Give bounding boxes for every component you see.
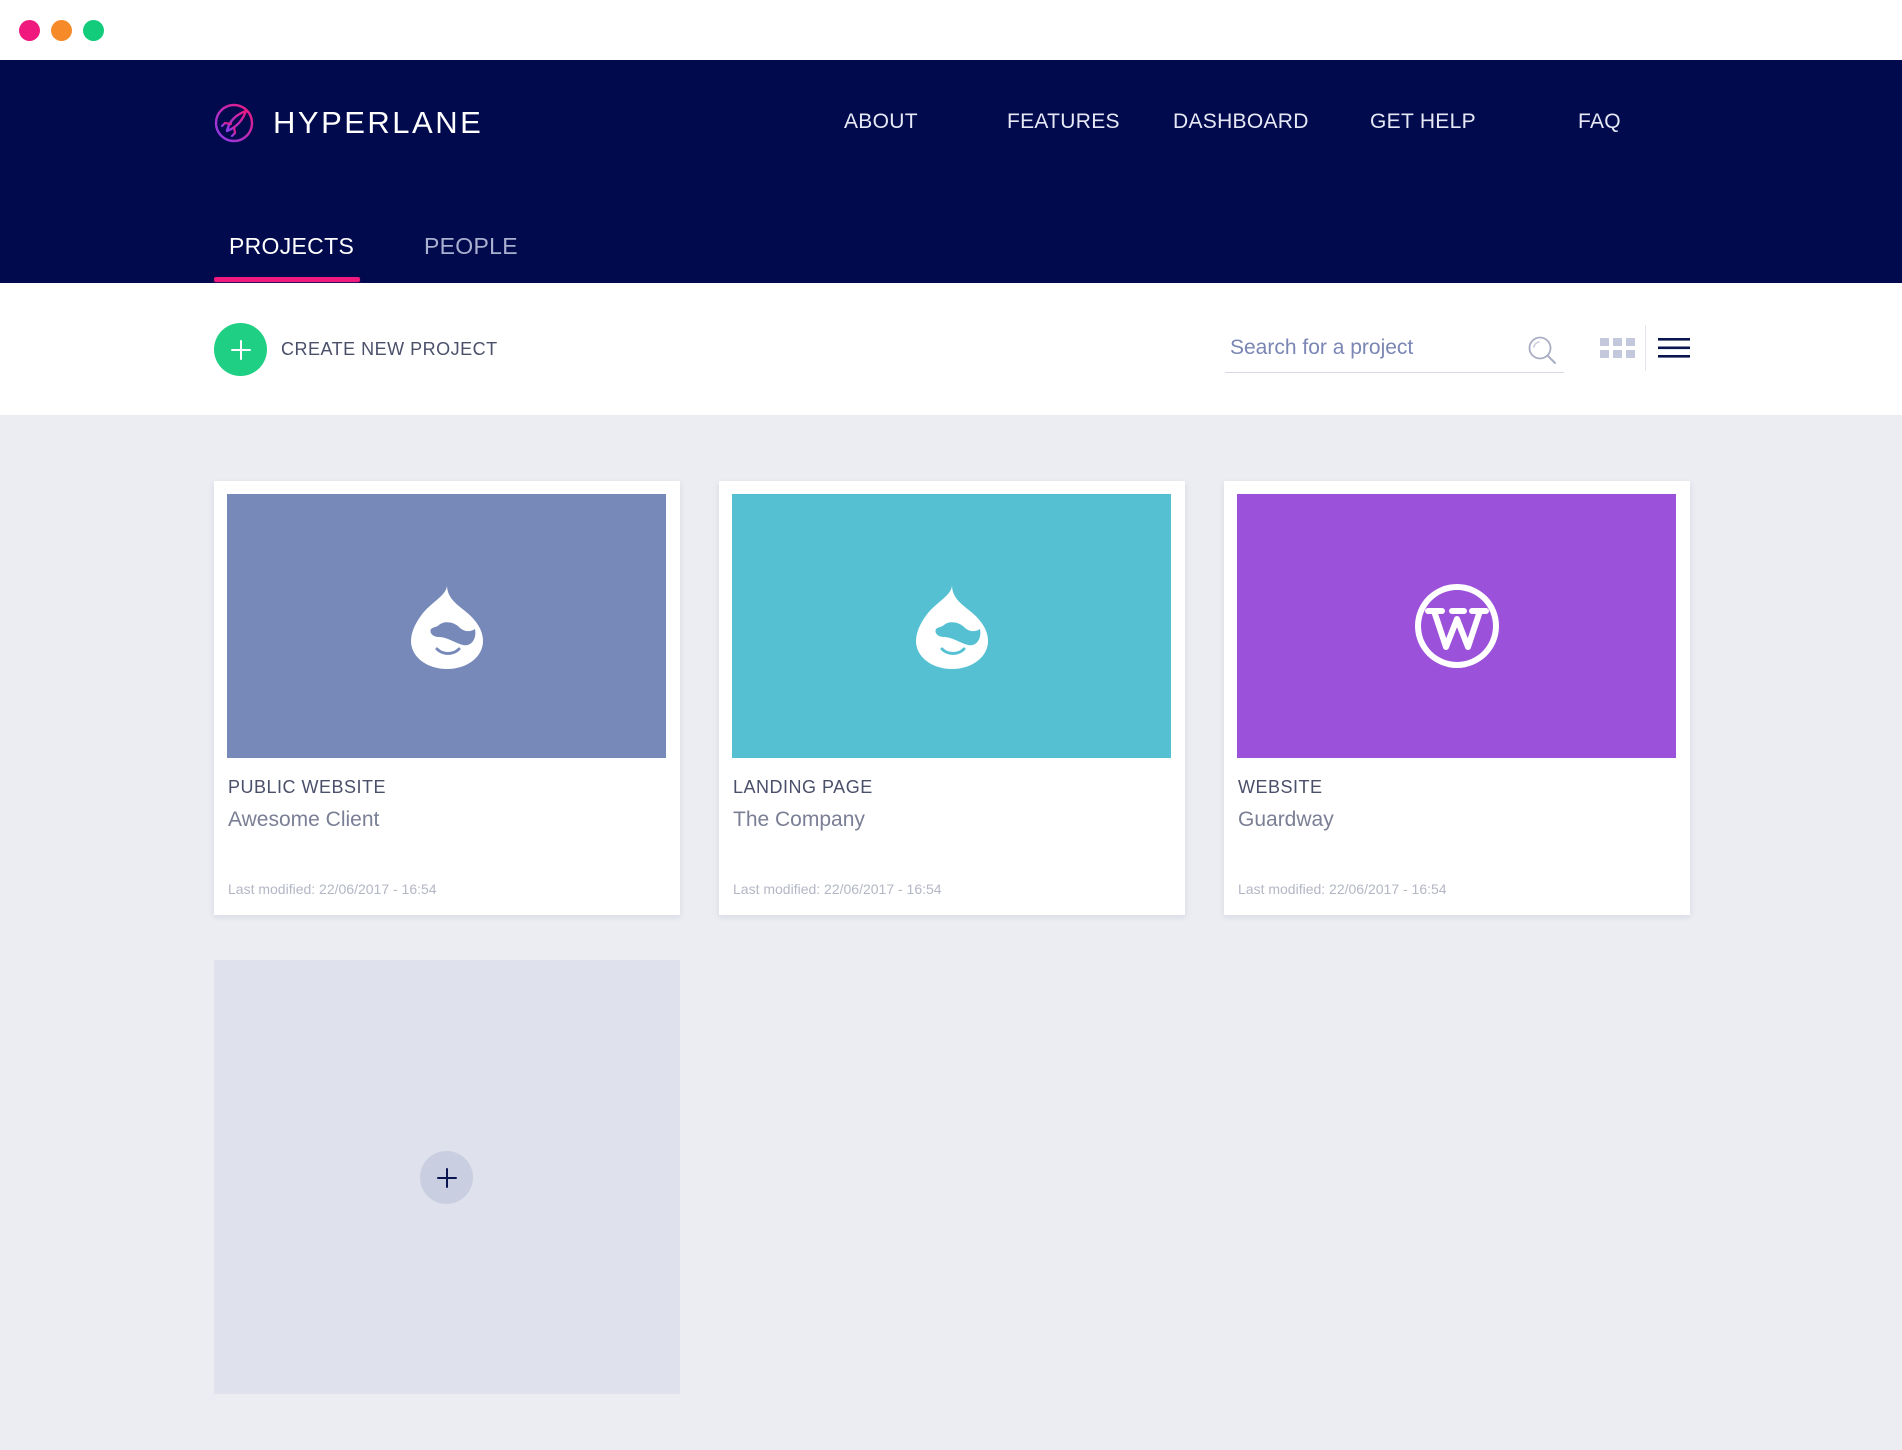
project-client: The Company <box>733 808 865 831</box>
project-client: Awesome Client <box>228 808 380 831</box>
create-project-label[interactable]: CREATE NEW PROJECT <box>281 339 498 360</box>
project-modified-date: Last modified: 22/06/2017 - 16:54 <box>733 881 942 897</box>
drupal-icon <box>410 585 483 669</box>
grid-view-icon[interactable] <box>1600 338 1635 360</box>
tab-people[interactable]: PEOPLE <box>424 233 518 260</box>
top-navbar: HYPERLANE ABOUT FEATURES DASHBOARD GET H… <box>0 60 1902 283</box>
nav-faq[interactable]: FAQ <box>1578 110 1621 134</box>
add-project-button[interactable] <box>420 1151 473 1204</box>
project-type: LANDING PAGE <box>733 777 873 797</box>
projects-toolbar: CREATE NEW PROJECT <box>0 283 1902 415</box>
nav-about[interactable]: ABOUT <box>844 110 918 134</box>
rocket-logo-icon <box>214 103 254 143</box>
project-thumbnail <box>1237 494 1676 758</box>
drupal-icon <box>915 585 988 669</box>
list-view-icon[interactable] <box>1658 336 1690 360</box>
projects-grid: PUBLIC WEBSITE Awesome Client Last modif… <box>0 415 1902 1450</box>
window-titlebar <box>0 0 1902 60</box>
app-window: HYPERLANE ABOUT FEATURES DASHBOARD GET H… <box>0 0 1902 1450</box>
brand-name: HYPERLANE <box>273 105 484 140</box>
project-type: WEBSITE <box>1238 777 1323 797</box>
add-project-card[interactable] <box>214 960 680 1394</box>
nav-get-help[interactable]: GET HELP <box>1370 110 1476 134</box>
search-box <box>1225 323 1564 373</box>
brand-logo[interactable]: HYPERLANE <box>213 102 483 144</box>
project-thumbnail <box>732 494 1171 758</box>
nav-features[interactable]: FEATURES <box>1007 110 1120 134</box>
tab-projects[interactable]: PROJECTS <box>229 233 354 260</box>
close-window-button[interactable] <box>19 20 40 41</box>
plus-icon <box>230 339 251 360</box>
project-type: PUBLIC WEBSITE <box>228 777 387 797</box>
project-card[interactable]: LANDING PAGE The Company Last modified: … <box>719 481 1185 915</box>
project-card[interactable]: PUBLIC WEBSITE Awesome Client Last modif… <box>214 481 680 915</box>
project-card[interactable]: WEBSITE Guardway Last modified: 22/06/20… <box>1224 481 1690 915</box>
project-modified-date: Last modified: 22/06/2017 - 16:54 <box>228 881 437 897</box>
create-project-button[interactable] <box>214 323 267 376</box>
minimize-window-button[interactable] <box>51 20 72 41</box>
nav-dashboard[interactable]: DASHBOARD <box>1173 110 1309 134</box>
project-thumbnail <box>227 494 666 758</box>
project-modified-date: Last modified: 22/06/2017 - 16:54 <box>1238 881 1447 897</box>
plus-icon <box>436 1167 457 1188</box>
active-tab-indicator <box>214 277 360 282</box>
project-client: Guardway <box>1238 808 1334 831</box>
maximize-window-button[interactable] <box>83 20 104 41</box>
wordpress-icon <box>1414 584 1499 668</box>
search-input[interactable] <box>1230 331 1510 365</box>
view-toggle-divider <box>1645 325 1646 371</box>
search-icon[interactable] <box>1527 335 1557 365</box>
